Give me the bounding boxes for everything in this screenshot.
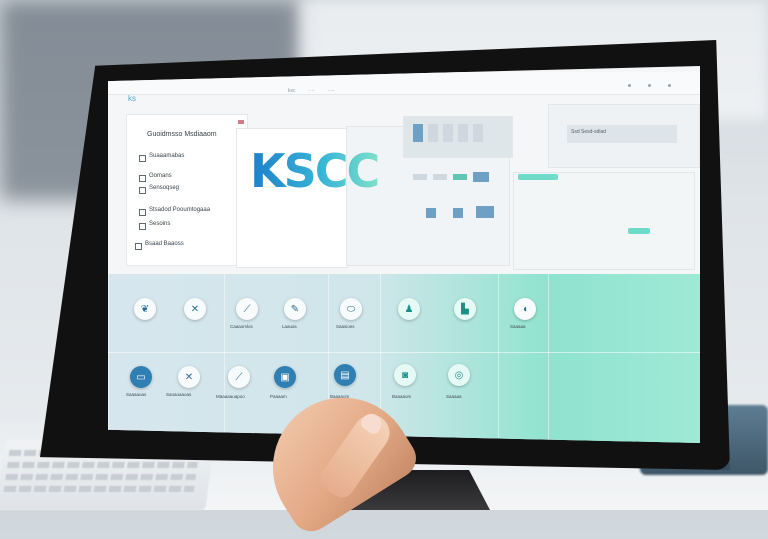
app-grid: ❦ ✕ ⟋ Caaaomlos ✎ Laauas ⬭ Saasioes ♟ ▙ … <box>108 274 700 443</box>
pen-icon[interactable]: ✎ <box>284 298 306 320</box>
thumbnail[interactable] <box>458 124 468 142</box>
icon-caption: Saaaaa <box>510 324 526 329</box>
thumbnail[interactable] <box>476 206 494 218</box>
list-item[interactable]: Sensoqseg <box>149 185 179 191</box>
thumbnail[interactable] <box>453 208 463 218</box>
list-item[interactable]: Bsaad Baaoss <box>145 241 184 247</box>
thumbnail[interactable] <box>413 124 423 142</box>
tools-icon[interactable]: ✕ <box>178 366 200 388</box>
window-control-icon[interactable] <box>628 84 631 87</box>
checkbox[interactable] <box>135 243 142 250</box>
list-item[interactable]: Gomans <box>149 173 172 179</box>
left-panel: Guoidmsso Msdiaaom Suaaamabas Gomans Sen… <box>126 114 248 266</box>
left-panel-title: Guoidmsso Msdiaaom <box>147 131 217 138</box>
folder-icon[interactable]: ▭ <box>130 366 152 388</box>
analytics-icon[interactable]: ⟋ <box>228 366 250 388</box>
checkbox[interactable] <box>139 187 146 194</box>
camera-icon[interactable]: ◙ <box>394 364 416 386</box>
icon-caption: Saasioes <box>336 324 355 329</box>
icon-caption: Saaaaa <box>446 394 462 399</box>
fingerprint-icon[interactable]: ◎ <box>448 364 470 386</box>
icon-caption: Saoaoaaoas <box>166 392 192 397</box>
info-card: Ssd Sesd-sdiad <box>548 104 700 168</box>
status-badge <box>238 120 244 124</box>
checkbox[interactable] <box>139 155 146 162</box>
teal-button[interactable] <box>628 228 650 234</box>
topbar-label[interactable]: ···· <box>308 88 315 94</box>
window-control-icon[interactable] <box>648 84 651 87</box>
leaf-icon[interactable]: ❦ <box>134 298 156 320</box>
chart-icon[interactable]: ⟋ <box>236 298 258 320</box>
compass-icon[interactable]: ✕ <box>184 298 206 320</box>
icon-caption: Paaaam <box>270 394 287 399</box>
thumbnail[interactable] <box>443 124 453 142</box>
topbar-label[interactable]: ksc <box>288 88 296 94</box>
info-card-label: Ssd Sesd-sdiad <box>571 129 607 135</box>
document-icon[interactable]: ▤ <box>334 364 356 386</box>
phone-icon[interactable]: ▙ <box>454 298 476 320</box>
thumbnail[interactable] <box>473 124 483 142</box>
image-icon[interactable]: ▣ <box>274 366 296 388</box>
hero-title: KSCC <box>250 144 380 198</box>
side-card <box>513 172 695 270</box>
thumbnail[interactable] <box>453 174 467 180</box>
checkbox[interactable] <box>139 175 146 182</box>
icon-caption: Caaaomlos <box>230 324 253 329</box>
list-item[interactable]: Sesoins <box>149 221 170 227</box>
icon-caption: Saaaaoas <box>126 392 147 397</box>
thumbnail[interactable] <box>413 174 427 180</box>
checkbox[interactable] <box>139 223 146 230</box>
thumbnail[interactable] <box>473 172 489 182</box>
window-control-icon[interactable] <box>668 84 671 87</box>
shield-icon[interactable]: ⬭ <box>340 298 362 320</box>
icon-caption: Baaaaom <box>392 394 412 399</box>
topbar-label[interactable]: ···· <box>328 88 335 94</box>
app-logo: ks <box>128 94 136 103</box>
monitor-screen: ksc ···· ···· ks Guoidmsso Msdiaaom Suaa… <box>108 66 700 443</box>
icon-caption: Laauas <box>282 324 297 329</box>
icon-caption: Maaaaauapoo <box>216 394 245 399</box>
chat-icon[interactable]: ◖ <box>514 298 536 320</box>
list-item[interactable]: Stsadod Pooumtogaaa <box>149 207 210 213</box>
thumbnail[interactable] <box>433 174 447 180</box>
user-icon[interactable]: ♟ <box>398 298 420 320</box>
thumbnail[interactable] <box>428 124 438 142</box>
checkbox[interactable] <box>139 209 146 216</box>
list-item[interactable]: Suaaamabas <box>149 153 184 159</box>
teal-button[interactable] <box>518 174 558 180</box>
thumbnail[interactable] <box>426 208 436 218</box>
